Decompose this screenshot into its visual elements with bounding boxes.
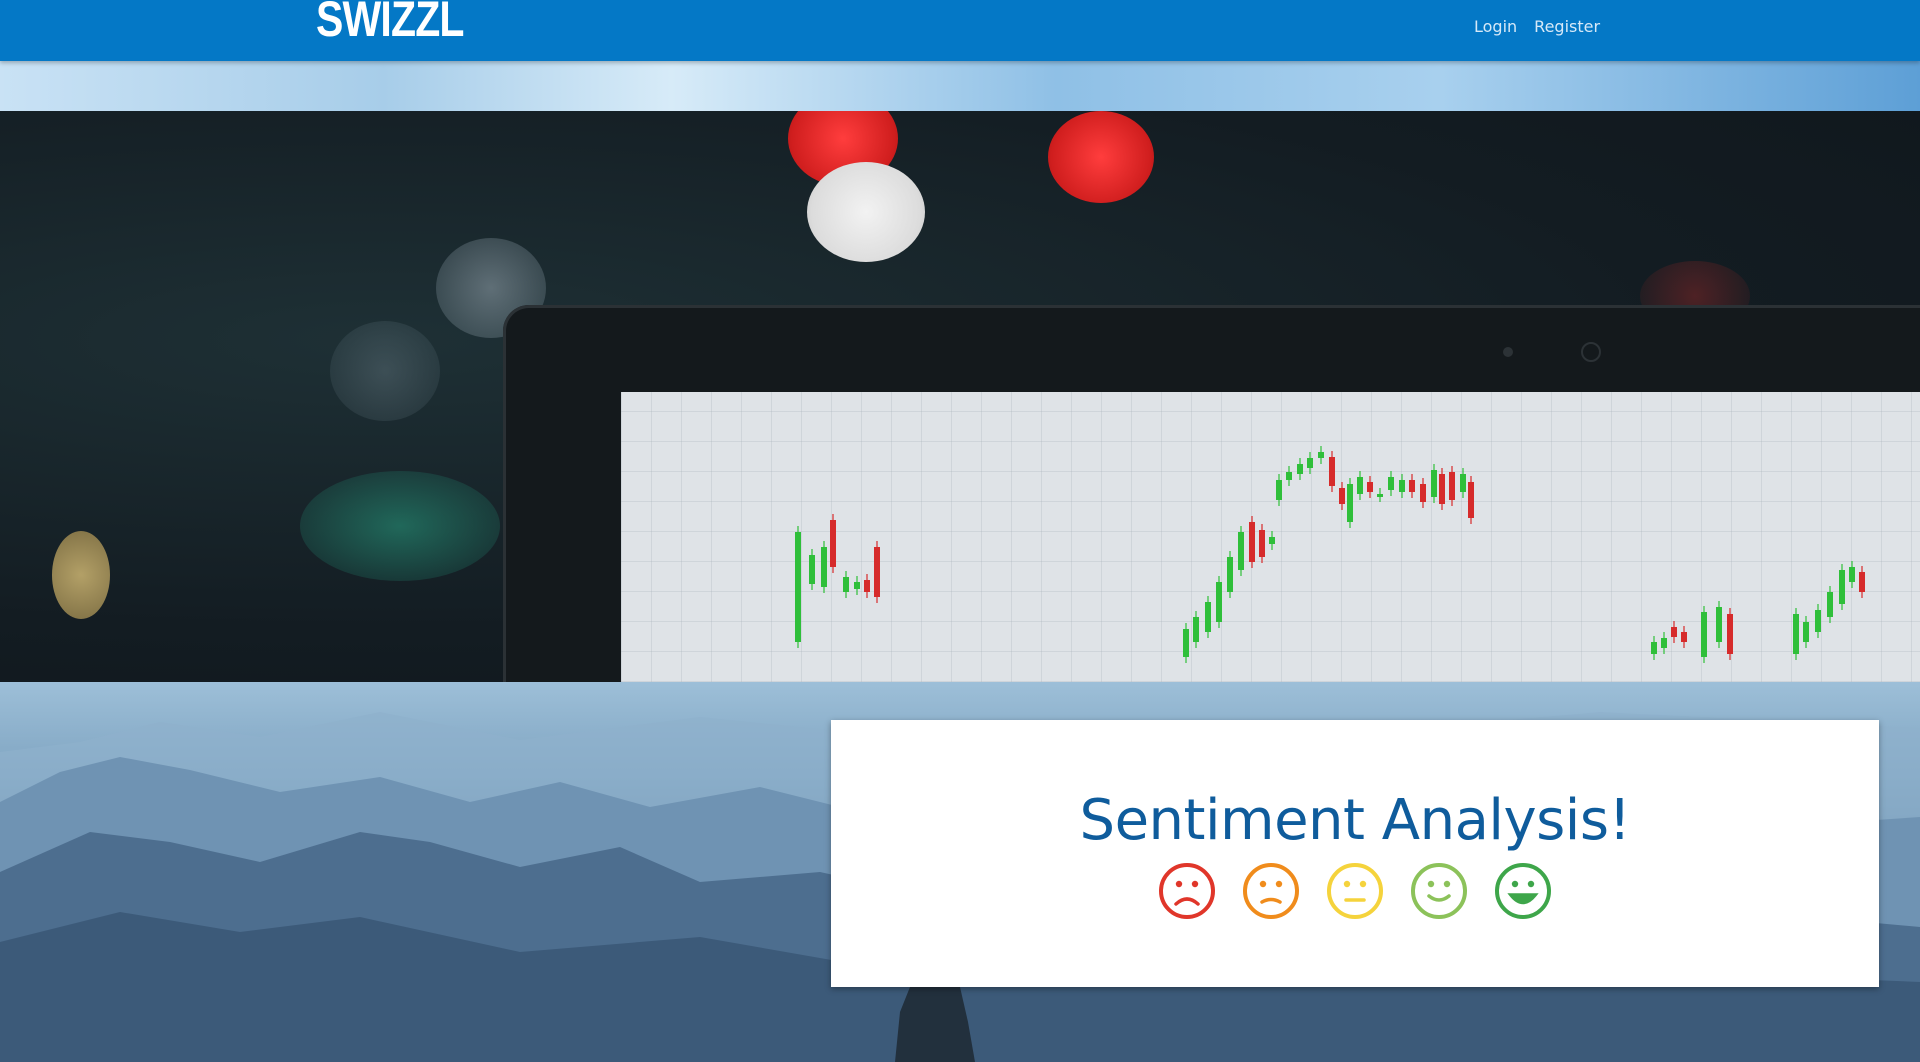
candle-body: [1388, 477, 1394, 490]
candle-body: [1460, 474, 1466, 492]
candle-body: [1701, 612, 1707, 657]
chart-screen: [621, 392, 1920, 682]
candle-body: [1661, 638, 1667, 648]
candle-body: [1205, 602, 1211, 632]
candle-body: [1399, 480, 1405, 492]
candle-body: [821, 547, 827, 587]
candle-body: [1238, 532, 1244, 570]
candle-body: [1297, 464, 1303, 474]
candle-body: [1286, 472, 1292, 480]
bokeh-light-amber: [52, 531, 110, 619]
candle-body: [1357, 477, 1363, 494]
candle-body: [1681, 632, 1687, 642]
candle-body: [1347, 484, 1353, 522]
candle-body: [1367, 482, 1373, 492]
candle-body: [1827, 592, 1833, 617]
bokeh-light-red: [1048, 111, 1154, 203]
candle-body: [1849, 567, 1855, 582]
candle-body: [1793, 614, 1799, 654]
candle-body: [830, 520, 836, 567]
candle-body: [1839, 570, 1845, 604]
candle-body: [809, 555, 815, 584]
very-sad-face-icon: [1159, 863, 1215, 919]
candle-body: [1318, 452, 1324, 458]
candle-body: [1859, 572, 1865, 592]
candle-body: [874, 547, 880, 597]
candle-body: [1193, 617, 1199, 642]
candle-body: [1651, 642, 1657, 654]
candle-body: [1449, 472, 1455, 500]
candle-body: [1716, 607, 1722, 642]
navbar: SWIZZL Login Register: [0, 0, 1920, 61]
candle-body: [854, 582, 860, 589]
candle-body: [1183, 629, 1189, 657]
candle-body: [1803, 622, 1809, 642]
sentiment-faces: [831, 862, 1879, 920]
candle-body: [1339, 488, 1345, 504]
candle-body: [1727, 614, 1733, 654]
candle-body: [1468, 482, 1474, 518]
candle-body: [795, 532, 801, 642]
login-link[interactable]: Login: [1474, 17, 1517, 36]
candle-body: [1259, 530, 1265, 557]
candle-body: [1227, 557, 1233, 592]
candle-body: [1269, 537, 1275, 544]
sad-face-icon: [1243, 863, 1299, 919]
camera-icon: [1503, 347, 1513, 357]
candle-body: [1329, 457, 1335, 486]
candle-body: [1377, 494, 1383, 497]
register-link[interactable]: Register: [1534, 17, 1600, 36]
sky-banner: [0, 61, 1920, 111]
bokeh-light-grey: [330, 321, 440, 421]
smile-face-icon: [1411, 863, 1467, 919]
candle-body: [1439, 474, 1445, 504]
brand-logo[interactable]: SWIZZL: [316, 0, 464, 44]
candle-body: [843, 577, 849, 592]
candle-body: [1276, 480, 1282, 500]
candle-body: [1216, 582, 1222, 622]
nav-links: Login Register: [1474, 17, 1600, 36]
candlestick-chart-icon: [795, 446, 1865, 663]
bokeh-light-white: [807, 162, 925, 262]
sentiment-card: Sentiment Analysis!: [831, 720, 1879, 987]
candle-body: [864, 580, 870, 592]
camera-icon: [1581, 342, 1601, 362]
candle-body: [1431, 470, 1437, 497]
candle-body: [1409, 480, 1415, 492]
candle-body: [1815, 610, 1821, 632]
candle-body: [1420, 484, 1426, 502]
card-title: Sentiment Analysis!: [1079, 788, 1631, 853]
bokeh-light-teal: [300, 471, 500, 581]
grin-face-icon: [1495, 863, 1551, 919]
candle-body: [1249, 522, 1255, 562]
neutral-face-icon: [1327, 863, 1383, 919]
candle-body: [1671, 627, 1677, 637]
candle-body: [1307, 458, 1313, 468]
